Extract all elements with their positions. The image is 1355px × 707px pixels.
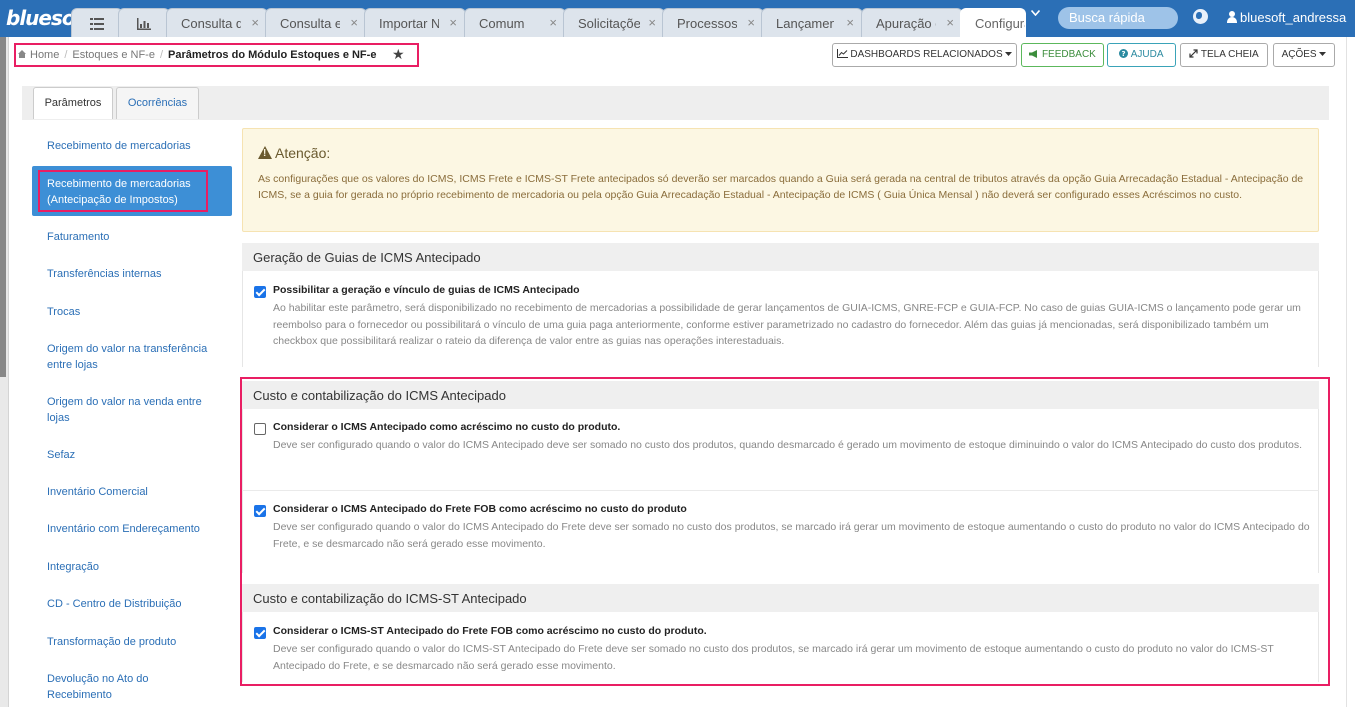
sidebar-item-inventario-comercial[interactable]: Inventário Comercial <box>32 484 232 500</box>
tab-label: Comum <box>479 16 525 31</box>
sidebar-item-transferencias[interactable]: Transferências internas <box>32 266 232 282</box>
breadcrumb-home[interactable]: Home <box>30 49 59 61</box>
tab-consulta-1[interactable]: Consulta d × <box>166 8 268 37</box>
user-menu[interactable]: bluesoft_andressa <box>1240 10 1346 25</box>
tab-label: Configura <box>975 16 1026 31</box>
breadcrumb-parent[interactable]: Estoques e NF-e <box>72 49 155 61</box>
tab-comum[interactable]: Comum × <box>464 8 566 37</box>
alert-text: As configurações que os valores do ICMS,… <box>258 173 1304 201</box>
tab-label: Apuração d <box>876 16 936 31</box>
dashboards-label: DASHBOARDS RELACIONADOS <box>850 49 1003 60</box>
sidebar-item-trocas[interactable]: Trocas <box>32 304 232 320</box>
highlight-box <box>240 377 1330 686</box>
tab-lancamentos[interactable]: Lançamen × <box>761 8 863 37</box>
feedback-button[interactable]: FEEDBACK <box>1021 43 1104 67</box>
breadcrumb-separator: / <box>64 49 68 61</box>
section-title-guias: Geração de Guias de ICMS Antecipado <box>242 243 1319 271</box>
caret-down-icon <box>1005 52 1013 56</box>
option-label: Possibilitar a geração e vínculo de guia… <box>273 284 580 296</box>
megaphone-icon <box>1029 50 1038 58</box>
tab-label: Consulta e <box>280 16 340 31</box>
tab-ocorrencias[interactable]: Ocorrências <box>116 87 199 119</box>
sidebar-item-integracao[interactable]: Integração <box>32 559 232 575</box>
close-icon[interactable]: × <box>549 15 557 30</box>
close-icon[interactable]: × <box>846 15 854 30</box>
option-description: Ao habilitar este parâmetro, será dispon… <box>273 302 1301 347</box>
actions-menu-button[interactable]: AÇÕES <box>1273 43 1335 67</box>
panel-tabs-bar <box>22 86 1329 120</box>
svg-text:?: ? <box>1122 50 1126 58</box>
warning-alert: Atenção: As configurações que os valores… <box>242 128 1319 232</box>
close-icon[interactable]: × <box>449 15 457 30</box>
checkbox-guias[interactable] <box>254 286 266 298</box>
tab-label: Solicitaçõe <box>578 16 640 31</box>
sidebar-item-sefaz[interactable]: Sefaz <box>32 447 232 463</box>
close-icon[interactable]: × <box>350 15 358 30</box>
right-frame <box>1346 37 1355 707</box>
help-label: AJUDA <box>1130 49 1164 60</box>
tab-importar[interactable]: Importar N × <box>364 8 466 37</box>
tab-processos[interactable]: Processos × <box>662 8 764 37</box>
warning-icon <box>258 146 272 159</box>
alert-title-text: Atenção: <box>275 145 331 161</box>
caret-down-icon <box>1319 52 1327 56</box>
list-icon <box>90 18 104 30</box>
tab-solicitacoes[interactable]: Solicitaçõe × <box>563 8 665 37</box>
left-frame <box>0 37 9 707</box>
tab-label: Consulta d <box>181 16 241 31</box>
help-button[interactable]: ? AJUDA <box>1107 43 1176 67</box>
feedback-label: FEEDBACK <box>1041 49 1096 60</box>
search-input[interactable]: Busca rápida <box>1058 7 1178 29</box>
sidebar-item-inventario-enderecamento[interactable]: Inventário com Endereçamento <box>32 521 232 537</box>
favorite-star-icon[interactable]: ★ <box>392 46 405 63</box>
sidebar-item-origem-venda[interactable]: Origem do valor na venda entre lojas <box>32 394 232 426</box>
tab-apuracao[interactable]: Apuração d × <box>861 8 963 37</box>
fullscreen-button[interactable]: TELA CHEIA <box>1180 43 1268 67</box>
user-icon <box>1227 11 1237 23</box>
fullscreen-label: TELA CHEIA <box>1200 49 1259 60</box>
tab-parametros[interactable]: Parâmetros <box>33 87 113 119</box>
sidebar-item-devolucao[interactable]: Devolução no Ato do Recebimento <box>32 671 232 703</box>
close-icon[interactable]: × <box>747 15 755 30</box>
sidebar-item-origem-transferencia[interactable]: Origem do valor na transferência entre l… <box>32 341 232 373</box>
tab-configuracoes[interactable]: Configura <box>960 8 1026 37</box>
sidebar-item-cd[interactable]: CD - Centro de Distribuição <box>32 596 232 612</box>
tab-menu[interactable] <box>71 8 123 37</box>
breadcrumb: Home / Estoques e NF-e / Parâmetros do Módul… <box>14 43 419 67</box>
highlight-box <box>38 170 208 212</box>
tab-dashboard[interactable] <box>118 8 170 37</box>
chevron-down-icon[interactable] <box>1031 10 1040 16</box>
tab-consulta-2[interactable]: Consulta e × <box>265 8 367 37</box>
tab-label: Lançamen <box>776 16 834 31</box>
breadcrumb-separator: / <box>159 49 164 61</box>
sidebar-item-transformacao[interactable]: Transformação de produto <box>32 634 232 650</box>
sidebar-item-faturamento[interactable]: Faturamento <box>32 229 232 245</box>
expand-icon <box>1189 49 1198 58</box>
close-icon[interactable]: × <box>251 15 259 30</box>
close-icon[interactable]: × <box>946 15 954 30</box>
close-icon[interactable]: × <box>648 15 656 30</box>
help-icon: ? <box>1119 49 1129 58</box>
bar-chart-icon <box>137 18 151 30</box>
actions-label: AÇÕES <box>1281 49 1317 60</box>
sidebar-item-recebimento[interactable]: Recebimento de mercadorias <box>32 138 232 154</box>
top-bar: bluesoft Consulta d × Consulta e × Impor… <box>0 0 1355 37</box>
home-icon <box>18 50 26 58</box>
globe-icon[interactable] <box>1193 9 1208 24</box>
dashboards-related-button[interactable]: DASHBOARDS RELACIONADOS <box>832 43 1017 67</box>
page-title: Parâmetros do Módulo Estoques e NF-e <box>168 49 377 61</box>
line-chart-icon <box>836 49 848 58</box>
tab-label: Processos <box>677 16 737 31</box>
tab-label: Importar N <box>379 16 439 31</box>
alert-title: Atenção: <box>258 145 330 161</box>
